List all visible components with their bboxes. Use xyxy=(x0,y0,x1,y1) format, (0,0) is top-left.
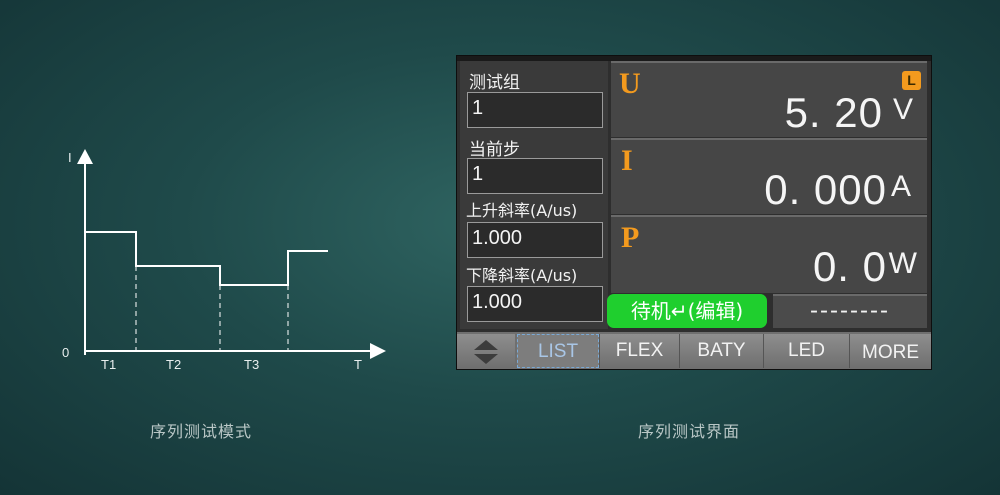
voltage-unit: V xyxy=(892,93,913,126)
standby-edit-button[interactable]: 待机↵(编辑) xyxy=(607,294,767,328)
x-axis-arrow xyxy=(370,343,386,359)
field-label-fall-slope: 下降斜率(A/us) xyxy=(466,266,578,285)
field-label-test-group: 测试组 xyxy=(469,73,520,93)
origin-label: 0 xyxy=(62,345,70,360)
current-waveform xyxy=(85,231,328,286)
tick-label-t3: T3 xyxy=(244,357,260,372)
power-unit: W xyxy=(888,247,917,280)
current-value: 0. 000 xyxy=(764,166,887,213)
tab-led[interactable]: LED xyxy=(763,334,849,368)
power-meter: P 0. 0 W xyxy=(611,215,927,293)
fall-slope-field[interactable]: 1.000 xyxy=(467,286,603,322)
sequence-diagram xyxy=(77,149,386,359)
voltage-meter: U L 5. 20 V xyxy=(611,61,927,137)
left-caption: 序列测试模式 xyxy=(150,422,253,441)
power-letter: P xyxy=(621,221,640,254)
tab-baty[interactable]: BATY xyxy=(679,334,763,368)
field-label-rise-slope: 上升斜率(A/us) xyxy=(466,201,578,220)
current-step-field[interactable]: 1 xyxy=(467,158,603,194)
voltage-value: 5. 20 xyxy=(784,89,883,136)
status-value-box: -------- xyxy=(773,294,927,328)
scroll-toggle-button[interactable] xyxy=(457,334,515,368)
up-down-arrows-icon xyxy=(474,340,498,364)
x-axis-label: T xyxy=(354,357,362,372)
power-value: 0. 0 xyxy=(812,243,887,290)
test-group-field[interactable]: 1 xyxy=(467,92,603,128)
rise-slope-field[interactable]: 1.000 xyxy=(467,222,603,258)
tick-label-t2: T2 xyxy=(166,357,182,372)
tab-more[interactable]: MORE xyxy=(849,334,931,368)
current-letter: I xyxy=(621,144,633,177)
y-axis-label: I xyxy=(68,150,72,165)
tick-label-t1: T1 xyxy=(101,357,117,372)
current-unit: A xyxy=(890,170,911,203)
y-axis-arrow xyxy=(77,149,93,164)
current-meter: I 0. 000 A xyxy=(611,138,927,214)
voltage-letter: U xyxy=(619,67,641,100)
device-screen: 测试组 1 当前步 1 上升斜率(A/us) 1.000 下降斜率(A/us) … xyxy=(456,55,932,370)
tab-flex[interactable]: FLEX xyxy=(599,334,679,368)
local-badge: L xyxy=(902,71,921,90)
tab-list[interactable]: LIST xyxy=(517,334,599,368)
right-caption: 序列测试界面 xyxy=(638,422,741,441)
field-label-current-step: 当前步 xyxy=(469,140,520,160)
